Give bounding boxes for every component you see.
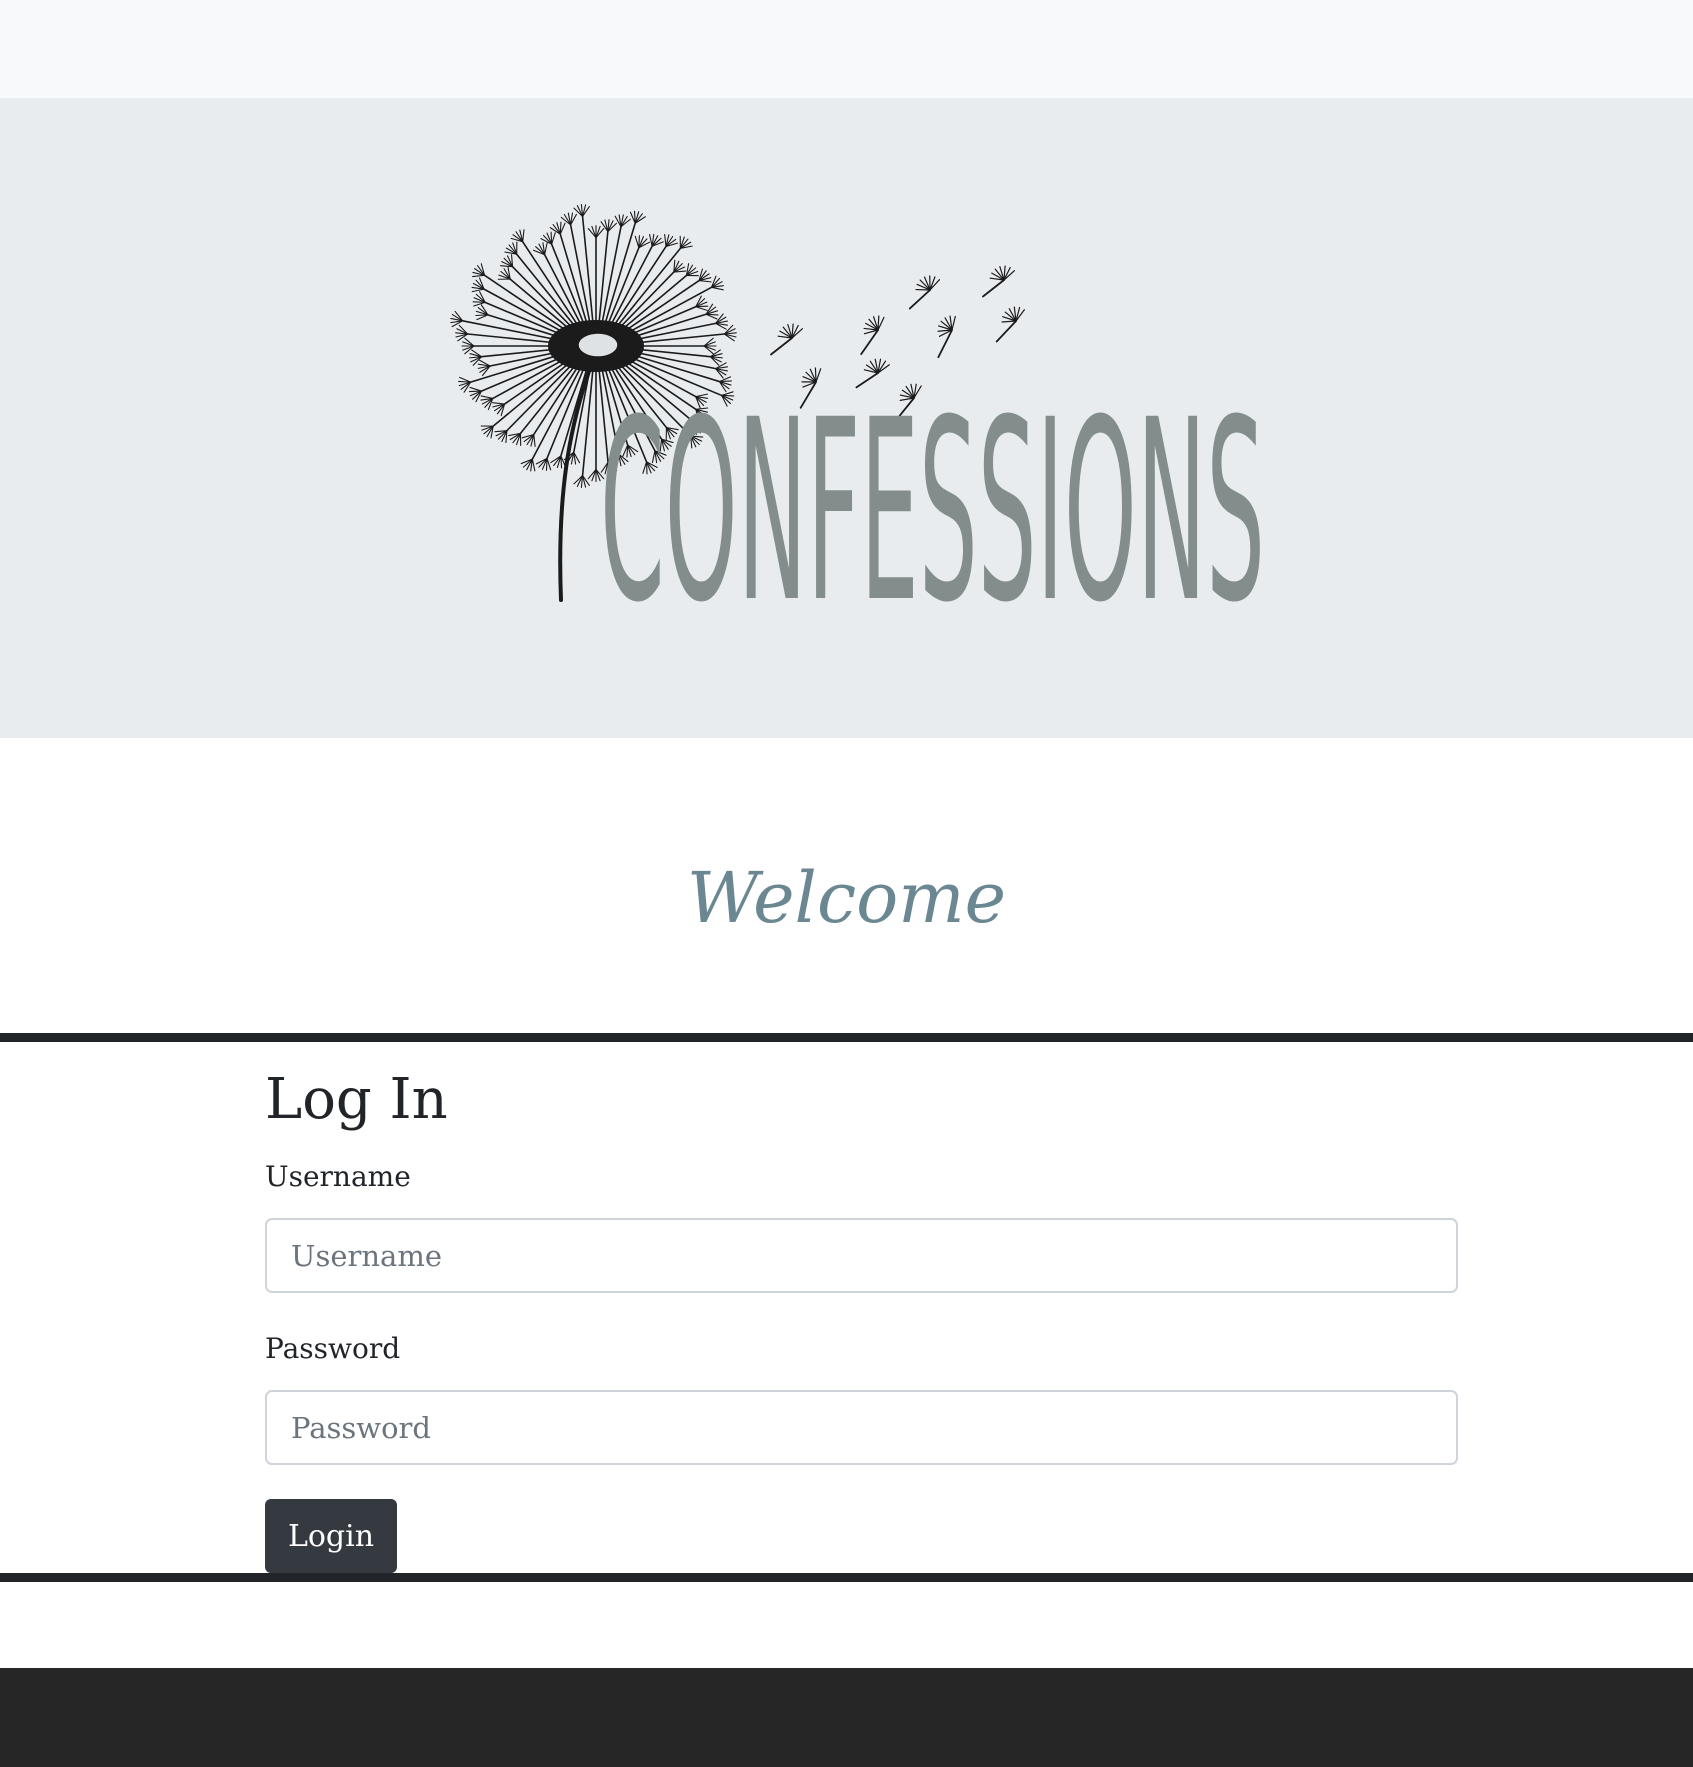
- top-navbar: [0, 0, 1693, 98]
- section-divider-bottom: [0, 1573, 1693, 1582]
- login-title: Log In: [265, 1067, 448, 1132]
- page-footer: [0, 1668, 1693, 1767]
- confessions-logo: CONFESSIONS: [450, 203, 1265, 657]
- password-input[interactable]: [265, 1390, 1458, 1465]
- login-button[interactable]: Login: [265, 1499, 397, 1573]
- hero-banner: CONFESSIONS: [0, 98, 1693, 738]
- section-divider-top: [0, 1033, 1693, 1042]
- username-label: Username: [265, 1160, 411, 1193]
- username-input[interactable]: [265, 1218, 1458, 1293]
- welcome-heading: Welcome: [686, 857, 1007, 939]
- logo-wordmark: CONFESSIONS: [600, 366, 1265, 657]
- password-label: Password: [265, 1332, 401, 1365]
